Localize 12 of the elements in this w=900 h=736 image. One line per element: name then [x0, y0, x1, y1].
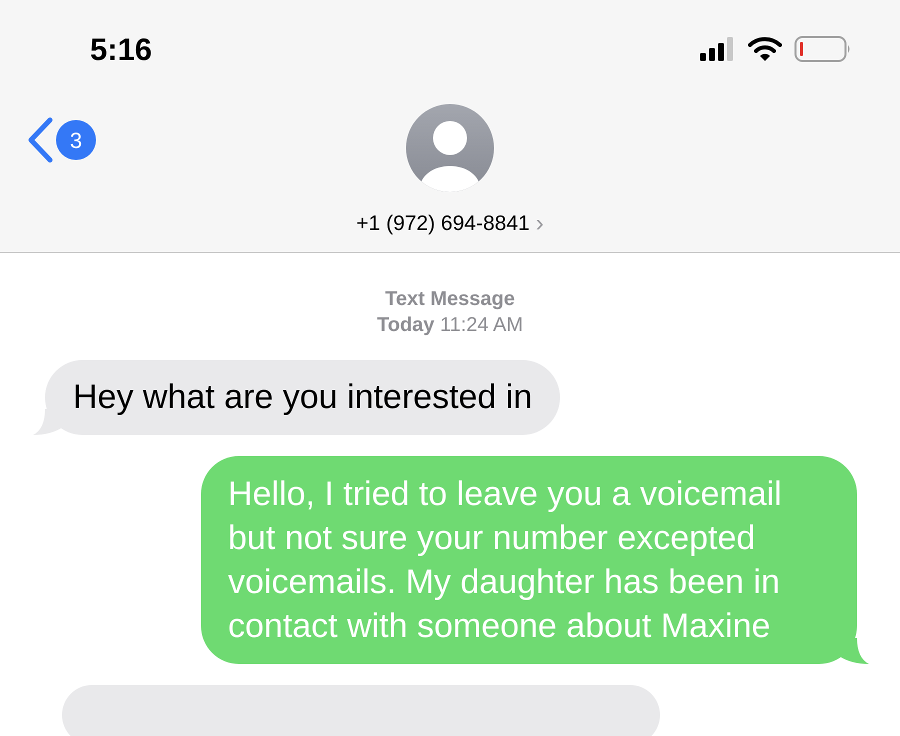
unread-badge: 3: [56, 120, 96, 160]
battery-icon: [794, 35, 852, 63]
signal-icon: [700, 37, 736, 61]
back-button[interactable]: 3: [26, 117, 96, 163]
timestamp: Today 11:24 AM: [377, 313, 523, 338]
wifi-icon: [748, 36, 782, 62]
contact-button[interactable]: +1 (972) 694-8841 ›: [356, 206, 544, 242]
back-chevron-icon: [26, 117, 54, 163]
avatar-icon: [406, 104, 494, 192]
bubble-tail-icon: [839, 638, 869, 664]
service-label: Text Message: [385, 287, 515, 312]
status-time: 5:16: [90, 34, 152, 64]
